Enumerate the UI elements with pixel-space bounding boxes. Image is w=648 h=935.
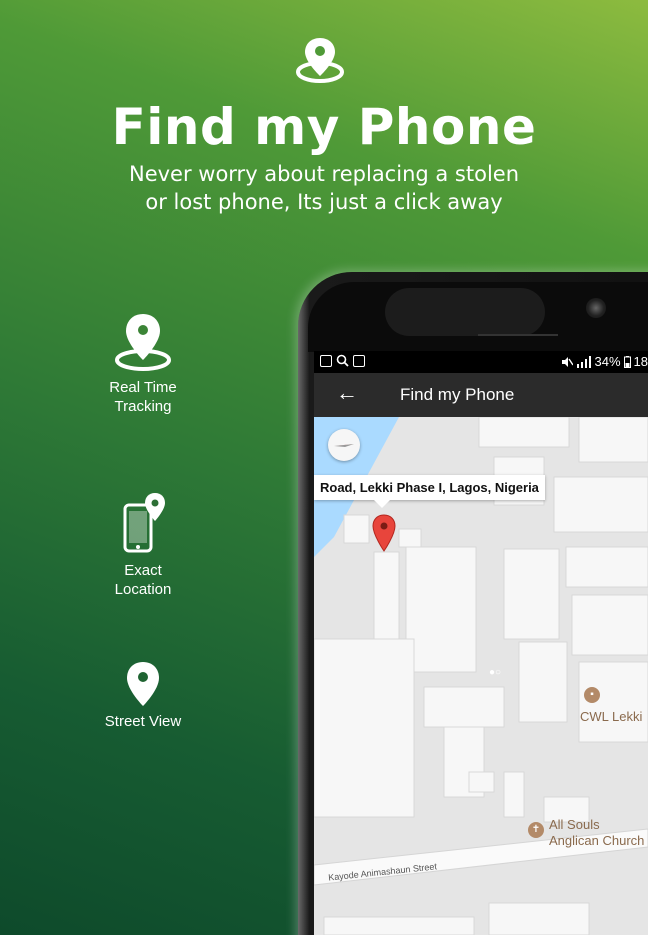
feature-label: Real Time Tracking <box>109 379 177 415</box>
app-bar-title: Find my Phone <box>400 385 515 404</box>
app-bar: ← Find my Phone <box>314 373 648 417</box>
location-pin-icon <box>115 314 171 371</box>
page-title: Find my Phone <box>111 98 537 156</box>
mail-icon <box>353 354 365 367</box>
signal-icon <box>576 355 591 368</box>
compass-button[interactable] <box>328 429 360 461</box>
feature-exact-location: Exact Location <box>73 493 213 599</box>
phone-location-icon <box>123 493 165 553</box>
phone-sensor-area <box>385 288 545 336</box>
status-clock: 18 <box>633 354 648 369</box>
mute-icon <box>561 356 573 367</box>
page-subtitle: Never worry about replacing a stolen or … <box>0 160 648 216</box>
phone-screen: 34% 18 ← Find my Phone Road, Lekki Phase… <box>314 351 648 935</box>
map-view[interactable]: Road, Lekki Phase I, Lagos, Nigeria ●○ ▪… <box>314 417 648 935</box>
back-arrow-icon[interactable]: ← <box>336 381 358 405</box>
church-icon: ✝ <box>528 822 544 838</box>
feature-real-time-tracking: Real Time Tracking <box>73 312 213 416</box>
battery-percent: 34% <box>594 354 621 369</box>
poi-all-souls-line1[interactable]: All Souls <box>549 817 600 833</box>
search-icon <box>336 354 349 367</box>
location-pin-icon <box>296 38 344 83</box>
subtitle-line-2: or lost phone, Its just a click away <box>145 190 503 214</box>
lodging-icon: ▪ <box>584 687 600 703</box>
pagination-dots: ●○ <box>489 667 502 678</box>
notification-icon <box>320 354 332 367</box>
status-bar: 34% 18 <box>314 351 648 373</box>
promo-screen: Find my Phone Never worry about replacin… <box>0 0 648 935</box>
battery-icon <box>623 355 631 368</box>
phone-speaker <box>478 334 558 336</box>
poi-all-souls-line2[interactable]: Anglican Church <box>549 833 644 849</box>
address-info-window[interactable]: Road, Lekki Phase I, Lagos, Nigeria <box>314 475 545 508</box>
subtitle-line-1: Never worry about replacing a stolen <box>128 162 520 186</box>
red-marker-icon[interactable] <box>372 514 396 552</box>
feature-label: Street View <box>104 713 182 730</box>
compass-icon <box>334 444 354 447</box>
map-pin-icon <box>127 662 159 706</box>
feature-street-view: Street View <box>73 660 213 731</box>
poi-cwl-lekki[interactable]: CWL Lekki <box>580 709 642 725</box>
phone-camera <box>586 298 606 318</box>
feature-label: Exact Location <box>114 562 172 598</box>
